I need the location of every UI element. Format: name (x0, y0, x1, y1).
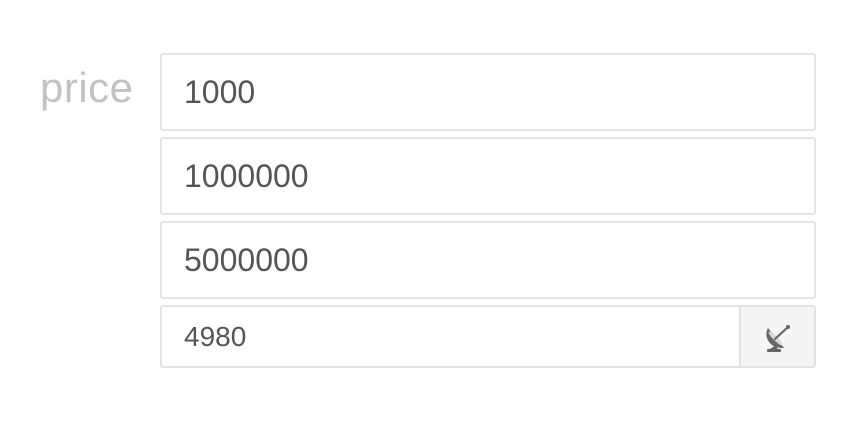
satellite-dish-icon (760, 319, 796, 355)
price-form-group: price (0, 0, 866, 426)
price-input-group (160, 305, 816, 368)
satellite-addon-button[interactable] (739, 307, 814, 366)
price-input-small[interactable] (162, 307, 739, 366)
price-input-2[interactable] (160, 137, 816, 215)
price-input-1[interactable] (160, 53, 816, 131)
price-input-3[interactable] (160, 221, 816, 299)
price-label: price (40, 64, 134, 111)
